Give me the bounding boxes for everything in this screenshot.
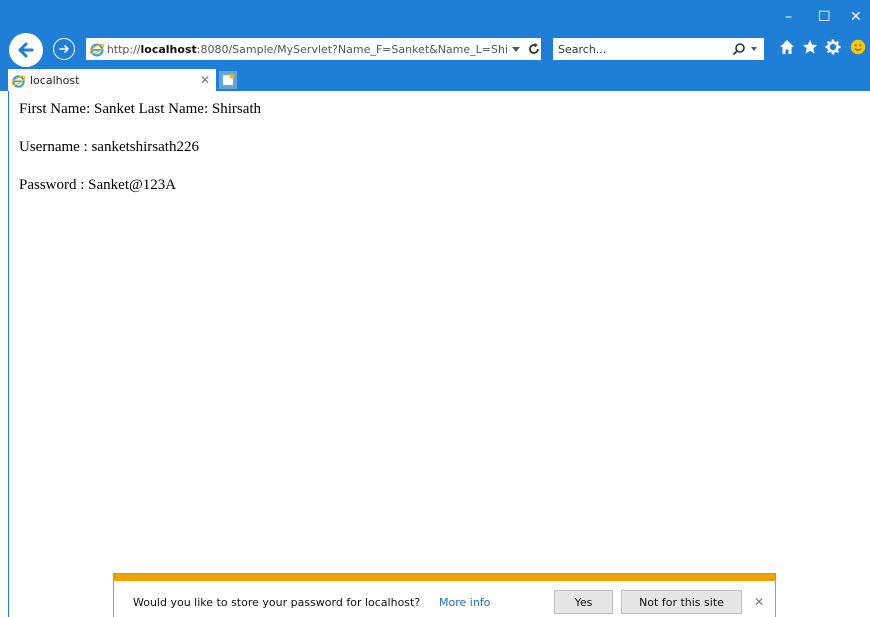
new-tab-icon	[223, 73, 235, 85]
ie-logo-icon	[11, 74, 26, 88]
url-host: localhost	[140, 42, 197, 56]
username-line: Username : sanketshirsath226	[19, 139, 199, 155]
url-rest: :8080/Sample/MyServlet?Name_F=Sanket&Nam…	[196, 42, 508, 56]
url-prefix: http://	[106, 42, 141, 56]
search-box[interactable]	[553, 38, 764, 60]
browser-chrome: – ☐ ✕ http://localhost:8080/Sample/MySer…	[0, 0, 870, 91]
maximize-button[interactable]: ☐	[818, 10, 831, 24]
favorites-star-icon[interactable]	[802, 39, 818, 59]
dropdown-arrow-icon[interactable]	[511, 44, 521, 54]
refresh-icon[interactable]	[527, 42, 541, 56]
tab-title: localhost	[30, 73, 80, 87]
password-save-notification: Would you like to store your password fo…	[113, 573, 776, 617]
page-content: First Name: Sanket Last Name: Shirsath U…	[8, 91, 870, 617]
name-line: First Name: Sanket Last Name: Shirsath	[19, 101, 262, 117]
not-for-this-site-button[interactable]: Not for this site	[621, 590, 742, 614]
password-line: Password : Sanket@123A	[19, 177, 177, 193]
close-window-button[interactable]: ✕	[850, 10, 862, 24]
back-button[interactable]	[9, 33, 43, 67]
url-text[interactable]: http://localhost:8080/Sample/MyServlet?N…	[107, 43, 507, 56]
settings-gear-icon[interactable]	[825, 39, 841, 59]
new-tab-button[interactable]	[219, 71, 237, 89]
notification-message: Would you like to store your password fo…	[133, 596, 421, 609]
address-bar[interactable]: http://localhost:8080/Sample/MyServlet?N…	[86, 38, 541, 60]
yes-button[interactable]: Yes	[554, 590, 613, 614]
search-icon[interactable]	[732, 42, 746, 56]
search-input[interactable]	[558, 42, 718, 56]
close-icon[interactable]: ✕	[754, 595, 764, 609]
tab-localhost[interactable]: localhost ✕	[8, 69, 216, 91]
back-arrow-icon	[18, 42, 34, 58]
close-icon[interactable]: ✕	[200, 73, 210, 87]
notification-accent-bar	[114, 574, 775, 581]
forward-arrow-icon	[59, 45, 69, 53]
home-icon[interactable]	[779, 39, 795, 59]
forward-button[interactable]	[53, 38, 75, 60]
ie-logo-icon	[89, 43, 105, 57]
smiley-feedback-icon[interactable]	[850, 39, 866, 59]
search-dropdown-icon[interactable]	[750, 45, 758, 53]
minimize-button[interactable]: –	[785, 10, 792, 24]
more-info-link[interactable]: More info	[439, 596, 490, 609]
